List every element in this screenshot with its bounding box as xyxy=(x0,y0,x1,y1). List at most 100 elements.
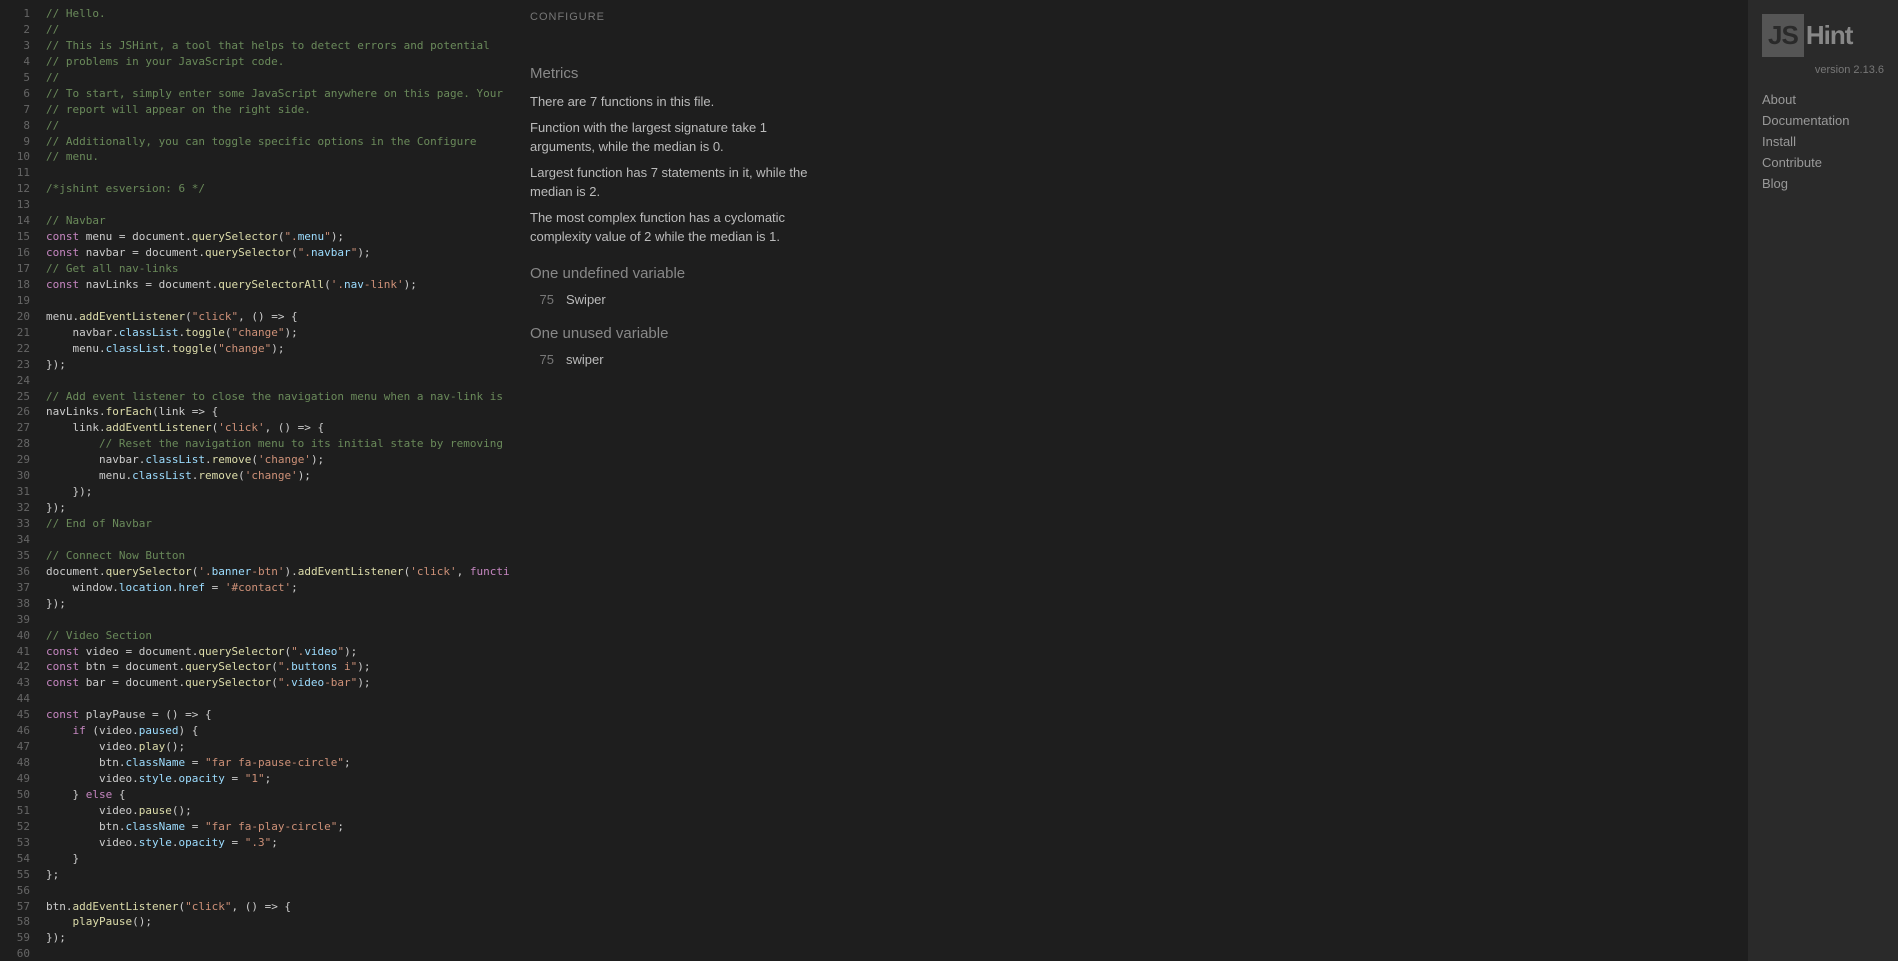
code-line[interactable] xyxy=(46,946,510,961)
code-line[interactable]: const navLinks = document.querySelectorA… xyxy=(46,277,510,293)
code-line[interactable]: btn.className = "far fa-pause-circle"; xyxy=(46,755,510,771)
code-line[interactable]: // End of Navbar xyxy=(46,516,510,532)
code-line[interactable]: } else { xyxy=(46,787,510,803)
code-content[interactable]: // Hello.//// This is JSHint, a tool tha… xyxy=(46,6,510,961)
version-label: version 2.13.6 xyxy=(1762,64,1884,76)
nav-link-install[interactable]: Install xyxy=(1762,134,1884,149)
code-line[interactable] xyxy=(46,532,510,548)
line-number: 11 xyxy=(0,165,38,181)
code-line[interactable]: // Navbar xyxy=(46,213,510,229)
code-line[interactable]: video.pause(); xyxy=(46,803,510,819)
code-line[interactable]: navLinks.forEach(link => { xyxy=(46,404,510,420)
line-number: 10 xyxy=(0,149,38,165)
code-line[interactable]: video.style.opacity = ".3"; xyxy=(46,835,510,851)
code-line[interactable]: const menu = document.querySelector(".me… xyxy=(46,229,510,245)
code-line[interactable]: video.play(); xyxy=(46,739,510,755)
line-number: 45 xyxy=(0,707,38,723)
warning-row[interactable]: 75Swiper xyxy=(530,292,1728,307)
nav-link-about[interactable]: About xyxy=(1762,92,1884,107)
code-line[interactable]: const navbar = document.querySelector(".… xyxy=(46,245,510,261)
line-number-gutter: 1234567891011121314151617181920212223242… xyxy=(0,6,38,961)
code-line[interactable]: // Video Section xyxy=(46,628,510,644)
code-line[interactable]: window.location.href = '#contact'; xyxy=(46,580,510,596)
nav-link-blog[interactable]: Blog xyxy=(1762,176,1884,191)
line-number: 9 xyxy=(0,134,38,150)
configure-link[interactable]: CONFIGURE xyxy=(530,11,605,23)
code-line[interactable]: }; xyxy=(46,867,510,883)
line-number: 51 xyxy=(0,803,38,819)
code-line[interactable]: }); xyxy=(46,930,510,946)
jshint-logo: JS Hint xyxy=(1762,10,1882,60)
code-line[interactable]: // Reset the navigation menu to its init… xyxy=(46,436,510,452)
code-line[interactable]: // Hello. xyxy=(46,6,510,22)
code-line[interactable]: document.querySelector('.banner-btn').ad… xyxy=(46,564,510,580)
line-number: 43 xyxy=(0,675,38,691)
code-line[interactable] xyxy=(46,883,510,899)
code-line[interactable]: // problems in your JavaScript code. xyxy=(46,54,510,70)
line-number: 55 xyxy=(0,867,38,883)
code-line[interactable]: // menu. xyxy=(46,149,510,165)
code-line[interactable]: }); xyxy=(46,500,510,516)
undefined-list: 75Swiper xyxy=(530,292,1728,307)
code-line[interactable]: btn.addEventListener("click", () => { xyxy=(46,899,510,915)
code-line[interactable]: // xyxy=(46,22,510,38)
nav-link-contribute[interactable]: Contribute xyxy=(1762,155,1884,170)
code-line[interactable]: // To start, simply enter some JavaScrip… xyxy=(46,86,510,102)
code-line[interactable]: navbar.classList.remove('change'); xyxy=(46,452,510,468)
code-line[interactable]: video.style.opacity = "1"; xyxy=(46,771,510,787)
code-line[interactable]: // xyxy=(46,118,510,134)
code-line[interactable]: } xyxy=(46,851,510,867)
warning-identifier: swiper xyxy=(566,352,604,367)
code-line[interactable]: link.addEventListener('click', () => { xyxy=(46,420,510,436)
code-line[interactable]: // xyxy=(46,70,510,86)
code-line[interactable]: /*jshint esversion: 6 */ xyxy=(46,181,510,197)
code-line[interactable]: // report will appear on the right side. xyxy=(46,102,510,118)
code-line[interactable]: // Add event listener to close the navig… xyxy=(46,389,510,405)
warning-row[interactable]: 75swiper xyxy=(530,352,1728,367)
nav-link-documentation[interactable]: Documentation xyxy=(1762,113,1884,128)
code-line[interactable]: menu.addEventListener("click", () => { xyxy=(46,309,510,325)
code-line[interactable]: }); xyxy=(46,596,510,612)
line-number: 18 xyxy=(0,277,38,293)
metrics-heading: Metrics xyxy=(530,65,1728,82)
code-line[interactable]: btn.className = "far fa-play-circle"; xyxy=(46,819,510,835)
code-line[interactable]: // Get all nav-links xyxy=(46,261,510,277)
code-line[interactable]: }); xyxy=(46,357,510,373)
line-number: 36 xyxy=(0,564,38,580)
code-line[interactable] xyxy=(46,373,510,389)
line-number: 40 xyxy=(0,628,38,644)
code-line[interactable]: // This is JSHint, a tool that helps to … xyxy=(46,38,510,54)
code-line[interactable] xyxy=(46,293,510,309)
code-line[interactable]: }); xyxy=(46,484,510,500)
code-line[interactable] xyxy=(46,691,510,707)
line-number: 32 xyxy=(0,500,38,516)
code-line[interactable]: const video = document.querySelector(".v… xyxy=(46,644,510,660)
code-line[interactable]: // Connect Now Button xyxy=(46,548,510,564)
code-line[interactable]: playPause(); xyxy=(46,914,510,930)
code-line[interactable]: const bar = document.querySelector(".vid… xyxy=(46,675,510,691)
code-line[interactable]: // Additionally, you can toggle specific… xyxy=(46,134,510,150)
code-editor[interactable]: 1234567891011121314151617181920212223242… xyxy=(0,0,510,961)
code-line[interactable]: if (video.paused) { xyxy=(46,723,510,739)
code-line[interactable]: const btn = document.querySelector(".but… xyxy=(46,659,510,675)
code-line[interactable] xyxy=(46,612,510,628)
code-line[interactable]: navbar.classList.toggle("change"); xyxy=(46,325,510,341)
line-number: 47 xyxy=(0,739,38,755)
line-number: 20 xyxy=(0,309,38,325)
code-line[interactable]: const playPause = () => { xyxy=(46,707,510,723)
line-number: 59 xyxy=(0,930,38,946)
logo-js: JS xyxy=(1762,14,1804,57)
code-line[interactable]: menu.classList.remove('change'); xyxy=(46,468,510,484)
report-pane: CONFIGURE Metrics There are 7 functions … xyxy=(510,0,1748,961)
app-root: 1234567891011121314151617181920212223242… xyxy=(0,0,1898,961)
line-number: 53 xyxy=(0,835,38,851)
line-number: 35 xyxy=(0,548,38,564)
code-line[interactable]: menu.classList.toggle("change"); xyxy=(46,341,510,357)
line-number: 60 xyxy=(0,946,38,961)
line-number: 21 xyxy=(0,325,38,341)
line-number: 58 xyxy=(0,914,38,930)
code-line[interactable] xyxy=(46,165,510,181)
line-number: 7 xyxy=(0,102,38,118)
code-line[interactable] xyxy=(46,197,510,213)
line-number: 4 xyxy=(0,54,38,70)
